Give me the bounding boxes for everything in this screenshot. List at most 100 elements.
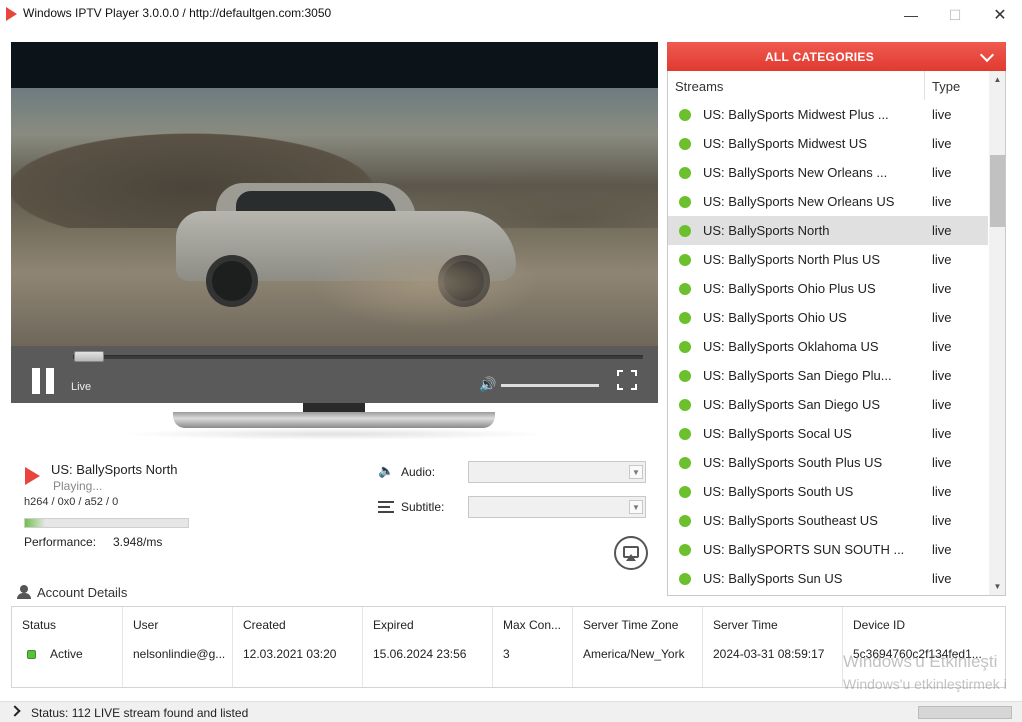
volume-slider[interactable]	[501, 384, 599, 387]
subtitle-row: Subtitle: ▼	[378, 496, 648, 518]
live-status-icon	[679, 399, 691, 411]
stream-type: live	[932, 165, 952, 180]
stream-name: US: BallySPORTS SUN SOUTH ...	[703, 542, 905, 557]
live-status-icon	[679, 515, 691, 527]
stream-type: live	[932, 484, 952, 499]
stream-name: US: BallySports North Plus US	[703, 252, 881, 267]
subtitle-icon	[378, 501, 394, 516]
account-column-header[interactable]: Device ID	[853, 618, 905, 632]
close-button[interactable]: ✕	[977, 0, 1022, 30]
stream-name: US: BallySports Ohio US	[703, 310, 847, 325]
account-column: Status Active	[12, 607, 123, 687]
stream-row[interactable]: US: BallySports Sun US live	[668, 564, 988, 593]
vertical-scrollbar[interactable]: ▲ ▼	[989, 71, 1005, 595]
stream-row[interactable]: US: BallySports New Orleans US live	[668, 187, 988, 216]
stream-name: US: BallySports Socal US	[703, 426, 852, 441]
account-column: Server Time 2024-03-31 08:59:17	[703, 607, 843, 687]
account-column-header[interactable]: User	[133, 618, 158, 632]
column-header-streams[interactable]: Streams	[675, 71, 920, 100]
account-column-header[interactable]: Server Time	[713, 618, 778, 632]
stream-type: live	[932, 252, 952, 267]
account-column-header[interactable]: Max Con...	[503, 618, 561, 632]
stream-type: live	[932, 571, 952, 586]
title-bar: Windows IPTV Player 3.0.0.0 / http://def…	[0, 0, 1022, 30]
stream-row[interactable]: US: BallySports Ohio Plus US live	[668, 274, 988, 303]
activation-watermark-sub: Windows'u etkinleştirmek i	[843, 676, 1007, 692]
account-details-title: Account Details	[37, 585, 128, 600]
stream-type: live	[932, 223, 952, 238]
account-value: 12.03.2021 03:20	[243, 647, 337, 661]
stream-type: live	[932, 513, 952, 528]
stream-type: live	[932, 426, 952, 441]
tv-shadow	[120, 428, 550, 440]
stream-type: live	[932, 281, 952, 296]
stream-row[interactable]: US: BallySports San Diego US live	[668, 390, 988, 419]
video-frame	[11, 88, 658, 346]
scroll-thumb[interactable]	[990, 155, 1005, 227]
stream-row[interactable]: US: BallySports Midwest US live	[668, 129, 988, 158]
column-header-type[interactable]: Type	[932, 71, 984, 100]
stream-name: US: BallySports San Diego US	[703, 397, 881, 412]
chevron-down-icon[interactable]: ▼	[629, 465, 643, 479]
account-column-header[interactable]: Expired	[373, 618, 414, 632]
account-column-header[interactable]: Server Time Zone	[583, 618, 678, 632]
account-value: 2024-03-31 08:59:17	[713, 647, 825, 661]
stream-type: live	[932, 339, 952, 354]
account-column-header[interactable]: Status	[22, 618, 56, 632]
stream-row[interactable]: US: BallySports Midwest Plus ... live	[668, 100, 988, 129]
fullscreen-icon[interactable]	[617, 370, 637, 390]
stream-row[interactable]: US: BallySports South Plus US live	[668, 448, 988, 477]
stream-name: US: BallySports New Orleans ...	[703, 165, 888, 180]
stream-name: US: BallySports South US	[703, 484, 854, 499]
scroll-up-icon[interactable]: ▲	[989, 71, 1005, 88]
stream-name: US: BallySports Ohio Plus US	[703, 281, 876, 296]
live-status-icon	[679, 254, 691, 266]
stream-row[interactable]: US: BallySports North live	[668, 216, 988, 245]
live-status-icon	[679, 167, 691, 179]
account-column: Max Con... 3	[493, 607, 573, 687]
stream-row[interactable]: US: BallySports South US live	[668, 477, 988, 506]
subtitle-select[interactable]: ▼	[468, 496, 646, 518]
account-column: Expired 15.06.2024 23:56	[363, 607, 493, 687]
video-player[interactable]: Live 🔊	[11, 42, 658, 403]
stream-name: US: BallySports Midwest Plus ...	[703, 107, 889, 122]
stream-row[interactable]: US: BallySPORTS SUN SOUTH ... live	[668, 535, 988, 564]
audio-select[interactable]: ▼	[468, 461, 646, 483]
chevron-down-icon	[979, 47, 995, 64]
stream-name: US: BallySports Sun US	[703, 571, 843, 586]
performance-label: Performance:	[24, 535, 97, 549]
live-status-icon	[679, 225, 691, 237]
stream-row[interactable]: US: BallySports Socal US live	[668, 419, 988, 448]
stream-type: live	[932, 455, 952, 470]
live-status-icon	[679, 486, 691, 498]
codec-info: h264 / 0x0 / a52 / 0	[24, 496, 119, 508]
scroll-down-icon[interactable]: ▼	[989, 578, 1005, 595]
video-dust	[311, 238, 541, 328]
chevron-right-icon[interactable]	[9, 705, 21, 717]
stream-row[interactable]: US: BallySports Ohio US live	[668, 303, 988, 332]
stream-row[interactable]: US: BallySports Southeast US live	[668, 506, 988, 535]
account-column-header[interactable]: Created	[243, 618, 286, 632]
stream-name: US: BallySports New Orleans US	[703, 194, 895, 209]
cast-button[interactable]	[614, 536, 648, 570]
seek-thumb[interactable]	[73, 351, 104, 362]
account-value: 15.06.2024 23:56	[373, 647, 467, 661]
maximize-button[interactable]: ☐	[932, 0, 978, 30]
chevron-down-icon[interactable]: ▼	[629, 500, 643, 514]
account-column: Server Time Zone America/New_York	[573, 607, 703, 687]
now-playing-icon	[25, 467, 40, 485]
stream-row[interactable]: US: BallySports New Orleans ... live	[668, 158, 988, 187]
volume-icon[interactable]: 🔊	[479, 376, 496, 393]
live-status-icon	[679, 428, 691, 440]
category-dropdown[interactable]: ALL CATEGORIES	[667, 42, 1006, 71]
stream-rows: US: BallySports Midwest Plus ... live US: …	[668, 100, 988, 593]
stream-list: Streams Type US: BallySports Midwest Plu…	[667, 71, 1006, 596]
stream-row[interactable]: US: BallySports Oklahoma US live	[668, 332, 988, 361]
live-status-icon	[679, 196, 691, 208]
stream-row[interactable]: US: BallySports San Diego Plu... live	[668, 361, 988, 390]
minimize-button[interactable]: —	[888, 0, 934, 30]
seek-bar[interactable]	[73, 355, 643, 359]
pause-button[interactable]	[32, 368, 56, 394]
stream-row[interactable]: US: BallySports North Plus US live	[668, 245, 988, 274]
account-value: 3	[503, 647, 510, 661]
